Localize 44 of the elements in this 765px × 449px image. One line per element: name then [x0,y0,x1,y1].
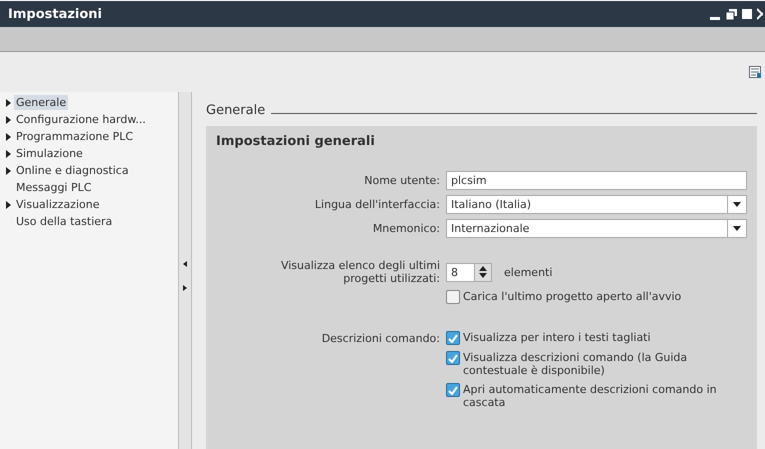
unit-label: elementi [504,266,552,278]
field-label: Lingua dell'interfaccia: [314,198,440,211]
spin-arrows-icon[interactable] [479,266,487,278]
sidebar-item[interactable]: Messaggi PLC [14,180,94,195]
field-label: Visualizza elenco degli ultimi progetti utilizzati: [280,259,440,285]
panel-title: Impostazioni generali [216,134,376,149]
checkbox[interactable] [446,383,460,397]
close-icon[interactable] [757,8,763,20]
sidebar-item[interactable]: Programmazione PLC [14,129,136,144]
checkbox-label: Visualizza per intero i testi tagliati [463,331,651,344]
expand-arrow-icon[interactable] [6,200,11,208]
dropdown-arrow-icon[interactable] [733,202,741,207]
checkbox-label: Carica l'ultimo progetto aperto all'avvio [463,290,682,303]
expand-arrow-icon[interactable] [183,285,187,291]
checkbox[interactable] [446,290,460,304]
dropdown[interactable]: Internazionale [446,219,747,238]
sidebar-item[interactable]: Uso della tastiera [14,214,114,229]
expand-arrow-icon[interactable] [6,98,11,106]
checkbox[interactable] [446,331,460,345]
expand-arrow-icon[interactable] [6,116,11,124]
sidebar-item[interactable]: Simulazione [14,146,85,161]
expand-arrow-icon[interactable] [6,150,11,158]
checkbox[interactable] [446,351,460,365]
field-label: Nome utente: [363,174,440,187]
expand-arrow-icon[interactable] [6,132,11,140]
dropdown[interactable]: Italiano (Italia) [446,195,747,214]
sidebar-item[interactable]: Generale [14,95,68,110]
expand-arrow-icon[interactable] [6,166,11,174]
collapse-arrow-icon[interactable] [183,261,187,267]
field-label: Descrizioni comando: [320,331,440,345]
input-field[interactable]: plcsim [446,171,747,190]
maximize-icon[interactable] [741,8,753,20]
checkbox-label: Apri automaticamente descrizioni comando in cascata [463,383,718,409]
layout-icon[interactable] [749,66,761,78]
sidebar-item[interactable]: Configurazione hardw... [14,112,148,127]
window-title: Impostazioni [8,6,102,22]
checkbox-label: Visualizza descrizioni comando (la Guida contestuale è disponibile) [463,351,688,377]
sidebar-item[interactable]: Visualizzazione [14,197,102,212]
dropdown-arrow-icon[interactable] [733,226,741,231]
field-label: Mnemonico: [372,222,440,235]
section-title: Generale [206,103,266,118]
number-spinner[interactable]: 8 [446,262,492,282]
restore-icon[interactable] [725,8,737,20]
sidebar-item[interactable]: Online e diagnostica [14,163,131,178]
